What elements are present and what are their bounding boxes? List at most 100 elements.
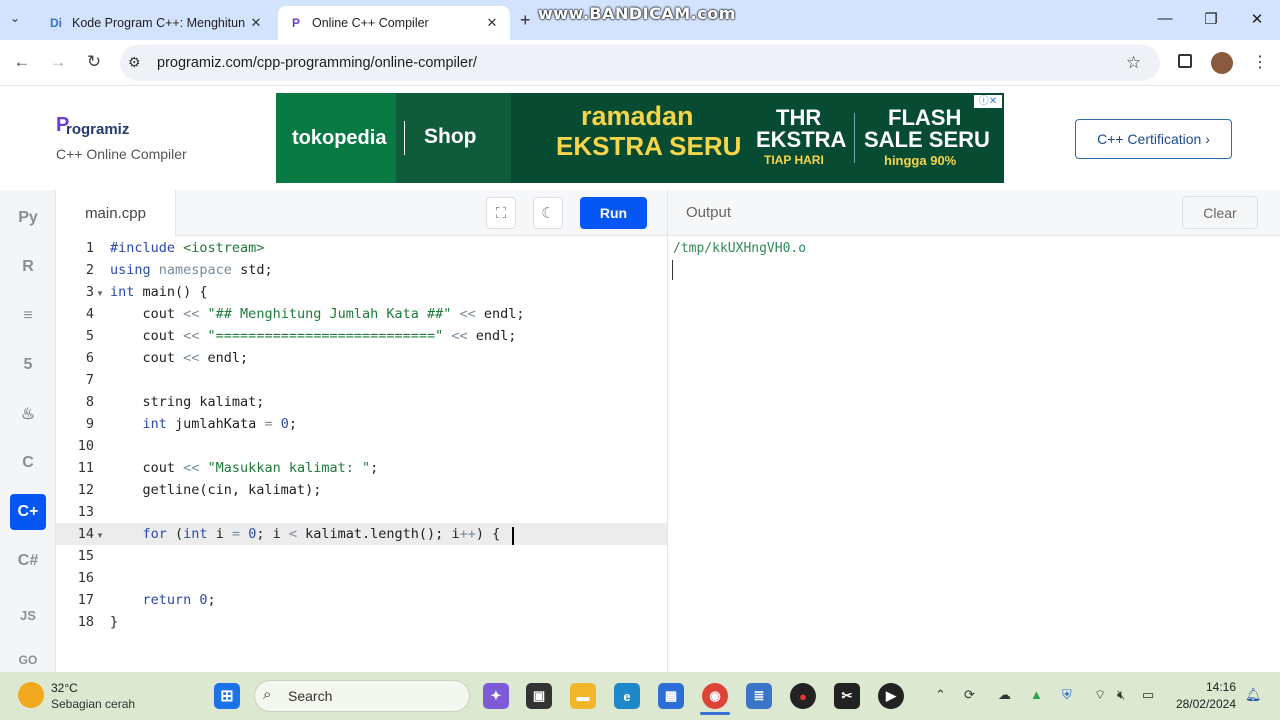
cpp-icon[interactable]: C+ [10,494,46,530]
capcut-icon[interactable]: ✂ [834,683,860,709]
code-token: << [183,460,208,476]
security-shield-icon[interactable]: ⛨ [1062,687,1072,703]
ad-shop: Shop [424,125,477,148]
code-token: "Masukkan kalimat: " [207,460,371,476]
tab-title: Kode Program C++: Menghitun [72,16,246,30]
code-token: endl; [207,350,249,366]
restore-icon[interactable]: ❐ [1196,10,1226,28]
code-token: ; [288,416,297,432]
text-cursor [512,527,514,545]
line-number: 6 [85,350,94,366]
network-drive-icon[interactable]: ☁ [998,687,1011,703]
media-player-icon[interactable]: ▶ [878,683,904,709]
profile-avatar[interactable] [1211,52,1233,74]
ad-flash-2: SALE SERU [864,127,990,152]
recording-watermark: www.BANDICAM.com [538,4,736,23]
site-info-icon[interactable]: ⚙ [128,54,141,71]
code-token: 0 [280,416,289,432]
dark-mode-icon[interactable]: ☾ [533,197,563,229]
close-window-icon[interactable]: ✕ [1242,10,1272,28]
code-token: jumlahKata [175,416,265,432]
ad-thr-2: EKSTRA [756,127,847,152]
fold-arrow-icon[interactable]: ▼ [96,289,104,298]
active-app-indicator [700,712,730,715]
clock-date[interactable]: 28/02/2024 [1170,697,1236,711]
clock-time[interactable]: 14:16 [1196,680,1236,694]
code-token: cout [110,328,184,344]
store-icon[interactable]: ▦ [658,683,684,709]
battery-icon[interactable]: ▭ [1142,687,1154,703]
line-number: 12 [77,482,94,498]
notification-bell-icon[interactable]: 🔔︎ [1245,687,1262,703]
java-icon[interactable]: ♨ [10,396,46,432]
close-tab-icon[interactable]: ✕ [484,15,500,31]
task-view-icon[interactable]: ▣ [526,683,552,709]
code-token: int [183,526,216,542]
r-icon[interactable]: R [10,249,46,285]
output-input-cursor[interactable] [672,260,673,280]
code-token: << [183,328,208,344]
bookmark-star-icon[interactable]: ☆ [1126,53,1141,73]
code-token: = [264,416,281,432]
taskbar-search-box[interactable] [254,680,470,712]
code-token: = [231,526,249,542]
taskbar-search-label: Search [288,688,333,704]
line-number: 4 [85,306,94,322]
url-text[interactable]: programiz.com/cpp-programming/online-com… [157,55,477,71]
pane-divider[interactable] [667,190,668,672]
wifi-icon[interactable]: ⌔ [1094,687,1106,703]
file-tab-main-cpp[interactable]: main.cpp [56,190,176,236]
code-token: "## Menghitung Jumlah Kata ##" [207,306,452,322]
menu-kebab-icon[interactable]: ⋮ [1252,52,1268,72]
run-button[interactable]: Run [580,197,647,229]
line-number: 3 [85,284,94,300]
back-icon[interactable]: ← [10,52,34,72]
code-token: #include [110,240,184,256]
file-explorer-icon[interactable]: ▬ [570,683,596,709]
advertisement-banner[interactable]: tokopedia Shop ramadan EKSTRA SERU THR E… [276,93,1004,183]
code-token: namespace [158,262,241,278]
copilot-icon[interactable]: ✦ [483,683,509,709]
weather-sun-icon[interactable] [18,682,44,708]
tab-favicon-icon: Di [50,16,62,30]
code-token: endl; [475,328,517,344]
javascript-icon[interactable]: JS [10,597,46,633]
bandicam-record-icon[interactable]: ● [790,683,816,709]
notepad-icon[interactable]: ≣ [746,683,772,709]
programiz-logo[interactable]: rogramiz [66,121,129,138]
csharp-icon[interactable]: C# [10,543,46,579]
c-icon[interactable]: C [10,445,46,481]
tab-kode-program[interactable]: Di Kode Program C++: Menghitun ✕ [38,6,274,40]
windows-start-icon[interactable]: ⊞ [214,683,240,709]
weather-temperature[interactable]: 32°C [51,681,78,695]
clear-button[interactable]: Clear [1182,196,1258,229]
code-token: return [110,592,200,608]
code-line: return 0; [110,592,216,608]
line-number: 2 [85,262,94,278]
edge-icon[interactable]: e [614,683,640,709]
chrome-icon[interactable]: ◉ [702,683,728,709]
html-icon[interactable]: 5 [10,347,46,383]
minimize-icon[interactable]: — [1150,10,1180,27]
python-icon[interactable]: Py [10,200,46,236]
ad-close-icon[interactable]: ⓘ✕ [974,95,1002,108]
volume-muted-icon[interactable]: 🔇︎ [1117,687,1125,703]
forward-icon[interactable]: → [46,52,70,72]
sync-icon[interactable]: ⟳ [964,687,975,703]
cpp-certification-button[interactable]: C++ Certification › [1075,119,1232,159]
tab-search-icon[interactable]: ⌄ [10,11,20,25]
close-tab-icon[interactable]: ✕ [248,15,264,31]
side-panel-icon[interactable] [1178,54,1192,68]
reload-icon[interactable]: ↻ [82,52,106,72]
show-hidden-icons-icon[interactable]: ⌃ [935,687,946,703]
fullscreen-icon[interactable]: ⛶ [486,197,516,229]
new-tab-icon[interactable]: + [520,10,531,31]
line-number: 1 [85,240,94,256]
drive-icon[interactable]: ▲ [1030,687,1043,702]
sql-icon[interactable]: ≡ [10,298,46,334]
fold-arrow-icon[interactable]: ▼ [96,531,104,540]
weather-condition[interactable]: Sebagian cerah [51,697,135,711]
tab-online-compiler[interactable]: P Online C++ Compiler ✕ [278,6,510,40]
code-token: "===========================" [207,328,444,344]
ad-headline-1: ramadan [581,101,694,131]
